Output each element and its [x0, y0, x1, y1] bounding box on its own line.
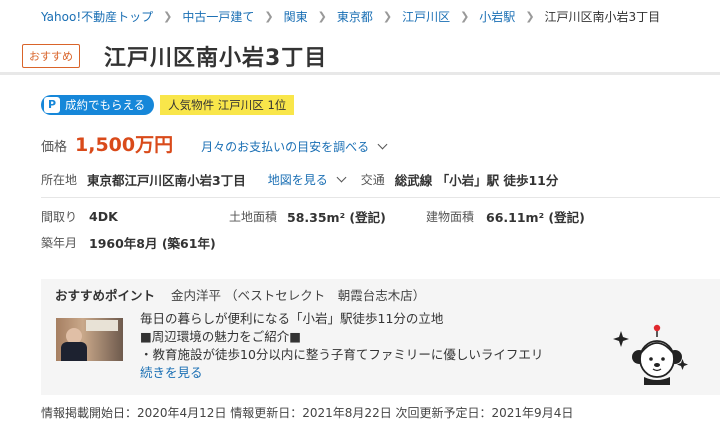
view-map-label: 地図を見る [267, 173, 328, 187]
paypay-icon: P [44, 97, 60, 113]
transport-value: 総武線 「小岩」駅 徒歩11分 [394, 173, 559, 188]
breadcrumb-link-koiwa-station[interactable]: 小岩駅 [479, 8, 515, 25]
recommend-header: おすすめポイント 金内洋平 （ベストセレクト 朝霞台志木店） [55, 285, 425, 304]
breadcrumb-link-yahoo-top[interactable]: Yahoo!不動産トップ [41, 8, 153, 25]
breadcrumb-separator-icon: ❯ [163, 10, 173, 23]
breadcrumb: Yahoo!不動産トップ ❯ 中古一戸建て ❯ 関東 ❯ 東京都 ❯ 江戸川区 … [41, 8, 660, 25]
recommend-points-box: おすすめポイント 金内洋平 （ベストセレクト 朝霞台志木店） 毎日の暮らしが便利… [41, 279, 720, 395]
section-divider [41, 197, 720, 198]
page-title: 江戸川区南小岩3丁目 [104, 46, 328, 71]
breadcrumb-separator-icon: ❯ [525, 10, 535, 23]
mascot-icon [613, 324, 688, 385]
land-area-label: 土地面積 [229, 210, 278, 224]
paypay-reward-tag[interactable]: P 成約でもらえる [41, 95, 155, 115]
recommend-badge: おすすめ [22, 44, 80, 68]
price-row: 価格 1,500万円 月々のお支払いの目安を調べる [41, 130, 388, 157]
agent-name: 金内洋平 （ベストセレクト 朝霞台志木店） [171, 288, 426, 303]
breadcrumb-link-kanto[interactable]: 関東 [284, 8, 308, 25]
monthly-payment-link[interactable]: 月々のお支払いの目安を調べる [201, 138, 388, 155]
monthly-payment-label: 月々のお支払いの目安を調べる [201, 140, 370, 154]
recommend-text: 毎日の暮らしが便利になる「小岩」駅徒歩11分の立地 ■周辺環境の魅力をご紹介■ … [140, 310, 543, 382]
recommend-line: ・教育施設が徒歩10分以内に整う子育てファミリーに優しいライフエリ [140, 347, 544, 362]
popular-rank-tag: 人気物件 江戸川区 1位 [160, 95, 295, 115]
listing-dates: 情報掲載開始日：2020年4月12日 情報更新日：2021年8月22日 次回更新… [41, 406, 574, 420]
breadcrumb-link-edogawa[interactable]: 江戸川区 [402, 8, 450, 25]
location-label: 所在地 [41, 173, 78, 187]
breadcrumb-link-tokyo[interactable]: 東京都 [337, 8, 373, 25]
transport-label: 交通 [360, 173, 385, 187]
spec-row-1: 間取り 4DK 土地面積 58.35m² (登記) 建物面積 66.11m² (… [41, 207, 585, 226]
built-date-value: 1960年8月 (築61年) [89, 236, 216, 251]
read-more-link[interactable]: 続きを見る [140, 365, 203, 380]
location-value: 東京都江戸川区南小岩3丁目 [87, 173, 246, 188]
breadcrumb-separator-icon: ❯ [264, 10, 274, 23]
building-area-label: 建物面積 [426, 210, 475, 224]
breadcrumb-separator-icon: ❯ [382, 10, 393, 23]
price-label: 価格 [41, 140, 68, 155]
recommend-line: 毎日の暮らしが便利になる「小岩」駅徒歩11分の立地 [140, 311, 444, 326]
land-area-value: 58.35m² (登記) [287, 210, 386, 225]
layout-value: 4DK [89, 209, 118, 224]
price-value: 1,500万円 [75, 134, 174, 156]
recommend-line: ■周辺環境の魅力をご紹介■ [140, 329, 302, 344]
spec-row-2: 築年月 1960年8月 (築61年) [41, 233, 216, 252]
breadcrumb-link-used-house[interactable]: 中古一戸建て [182, 8, 254, 25]
breadcrumb-separator-icon: ❯ [460, 10, 470, 23]
recommend-title: おすすめポイント [55, 288, 156, 303]
built-date-label: 築年月 [41, 236, 78, 250]
view-map-link[interactable]: 地図を見る [267, 171, 347, 188]
layout-label: 間取り [41, 210, 78, 224]
chevron-down-icon [377, 139, 388, 150]
agent-photo [56, 318, 123, 361]
paypay-reward-label: 成約でもらえる [65, 98, 146, 112]
location-row: 所在地 東京都江戸川区南小岩3丁目 地図を見る 交通 総武線 「小岩」駅 徒歩1… [41, 170, 558, 189]
breadcrumb-separator-icon: ❯ [317, 10, 327, 23]
breadcrumb-current: 江戸川区南小岩3丁目 [544, 10, 661, 24]
tag-row: P 成約でもらえる 人気物件 江戸川区 1位 [41, 95, 295, 115]
chevron-down-icon [336, 172, 347, 183]
building-area-value: 66.11m² (登記) [486, 210, 585, 225]
title-divider [0, 72, 720, 75]
title-row: おすすめ 江戸川区南小岩3丁目 [22, 40, 327, 72]
